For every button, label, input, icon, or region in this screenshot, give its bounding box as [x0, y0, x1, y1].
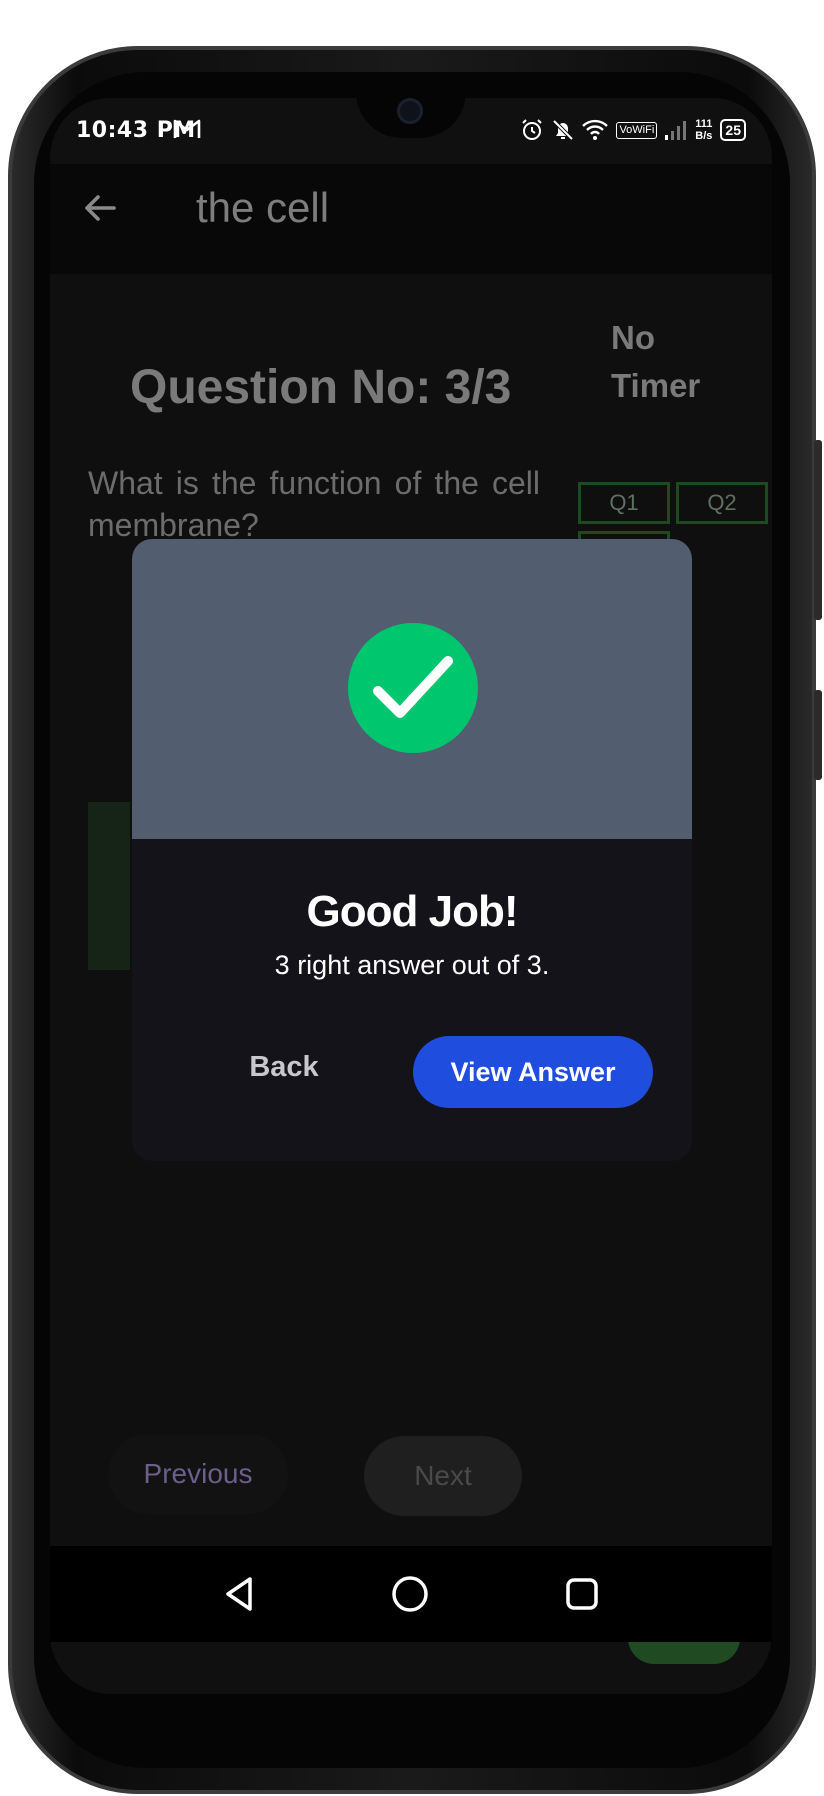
gmail-icon [173, 119, 201, 138]
dialog-heading: Good Job! [306, 887, 519, 936]
answer-option[interactable] [88, 802, 130, 970]
system-nav-bar [50, 1546, 772, 1642]
result-dialog: Good Job! 3 right answer out of 3. Back … [132, 539, 692, 1161]
screen: 10:43 PM VoWiFi 111 B/s 25 the cell Ques… [50, 98, 772, 1694]
previous-button[interactable]: Previous [108, 1434, 288, 1514]
question-button-q2[interactable]: Q2 [676, 482, 768, 524]
question-button-q1[interactable]: Q1 [578, 482, 670, 524]
network-speed: 111 B/s [695, 118, 712, 142]
battery-icon: 25 [720, 119, 746, 141]
vowifi-icon: VoWiFi [616, 121, 658, 139]
status-bar: 10:43 PM VoWiFi 111 B/s 25 [50, 98, 772, 164]
timer-line-1: No [611, 319, 655, 356]
speed-value: 111 [695, 118, 713, 130]
question-text: What is the function of the cell membran… [88, 465, 540, 543]
app-bar: the cell [50, 164, 772, 274]
front-camera [397, 98, 423, 124]
arrow-left-icon[interactable] [80, 188, 120, 228]
status-icons: VoWiFi 111 B/s 25 [520, 116, 746, 144]
question-number: Question No: 3/3 [130, 361, 512, 414]
mute-bell-icon [553, 119, 574, 141]
nav-home-icon[interactable] [390, 1574, 430, 1614]
volume-button [814, 440, 822, 620]
check-circle-icon [348, 623, 478, 753]
power-button [814, 690, 822, 780]
nav-back-icon[interactable] [220, 1574, 260, 1614]
next-button[interactable]: Next [364, 1436, 522, 1516]
speed-unit: B/s [695, 130, 713, 142]
alarm-icon [522, 119, 543, 140]
wifi-icon [582, 119, 609, 140]
timer-line-2: Timer [611, 367, 701, 404]
camera-notch [356, 98, 466, 138]
nav-recents-icon[interactable] [562, 1574, 602, 1614]
checkmark-icon [373, 656, 453, 718]
signal-icon [665, 121, 687, 140]
dialog-message: 3 right answer out of 3. [274, 950, 550, 980]
timer-label: No Timer [611, 314, 721, 410]
view-answer-button[interactable]: View Answer [413, 1036, 653, 1108]
page-title: the cell [196, 184, 330, 231]
dialog-back-button[interactable]: Back [224, 1042, 344, 1092]
